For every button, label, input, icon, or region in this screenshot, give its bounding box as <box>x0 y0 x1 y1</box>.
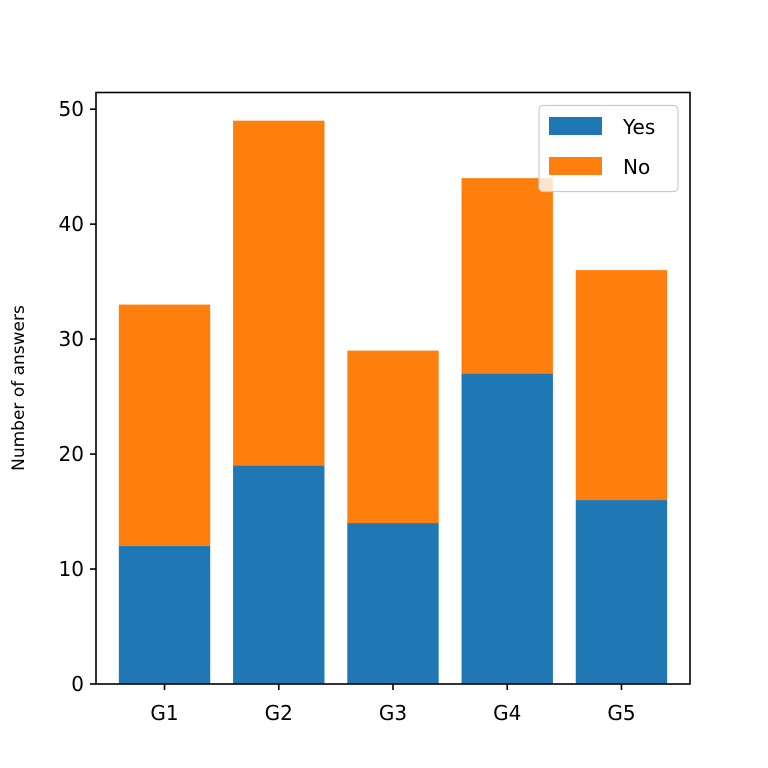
x-tick-label: G4 <box>493 701 521 725</box>
y-tick-label: 0 <box>71 672 84 696</box>
bar-no-g3 <box>347 350 439 524</box>
legend-swatch-yes <box>549 117 602 135</box>
bar-yes-g3 <box>347 523 439 684</box>
bar-no-g5 <box>575 270 668 501</box>
y-tick-label: 10 <box>59 557 84 581</box>
y-axis: 0 10 20 30 40 50 <box>59 97 96 696</box>
bar-no-g1 <box>118 304 211 547</box>
legend-swatch-no <box>549 157 602 175</box>
bar-yes-g2 <box>233 465 325 684</box>
y-axis-label: Number of answers <box>9 305 29 471</box>
legend: Yes No <box>538 104 679 193</box>
bar-yes-g5 <box>575 500 668 684</box>
x-tick-label: G1 <box>150 701 178 725</box>
x-tick-label: G2 <box>265 701 293 725</box>
x-tick-label: G5 <box>607 701 635 725</box>
x-axis: G1 G2 G3 G4 G5 <box>150 684 636 725</box>
bar-yes-g1 <box>118 546 211 684</box>
bars-group <box>118 120 668 684</box>
stacked-bar-chart: 0 10 20 30 40 50 G1 G2 G3 G4 G5 Number of answers… <box>9 91 691 725</box>
y-tick-label: 20 <box>59 442 84 466</box>
y-tick-label: 50 <box>59 97 84 121</box>
bar-no-g4 <box>461 178 553 374</box>
y-tick-label: 30 <box>59 327 84 351</box>
x-tick-label: G3 <box>379 701 407 725</box>
bar-yes-g4 <box>461 373 553 684</box>
y-tick-label: 40 <box>59 212 84 236</box>
legend-label-yes: Yes <box>622 115 655 139</box>
bar-no-g2 <box>233 120 325 466</box>
legend-label-no: No <box>623 155 650 179</box>
